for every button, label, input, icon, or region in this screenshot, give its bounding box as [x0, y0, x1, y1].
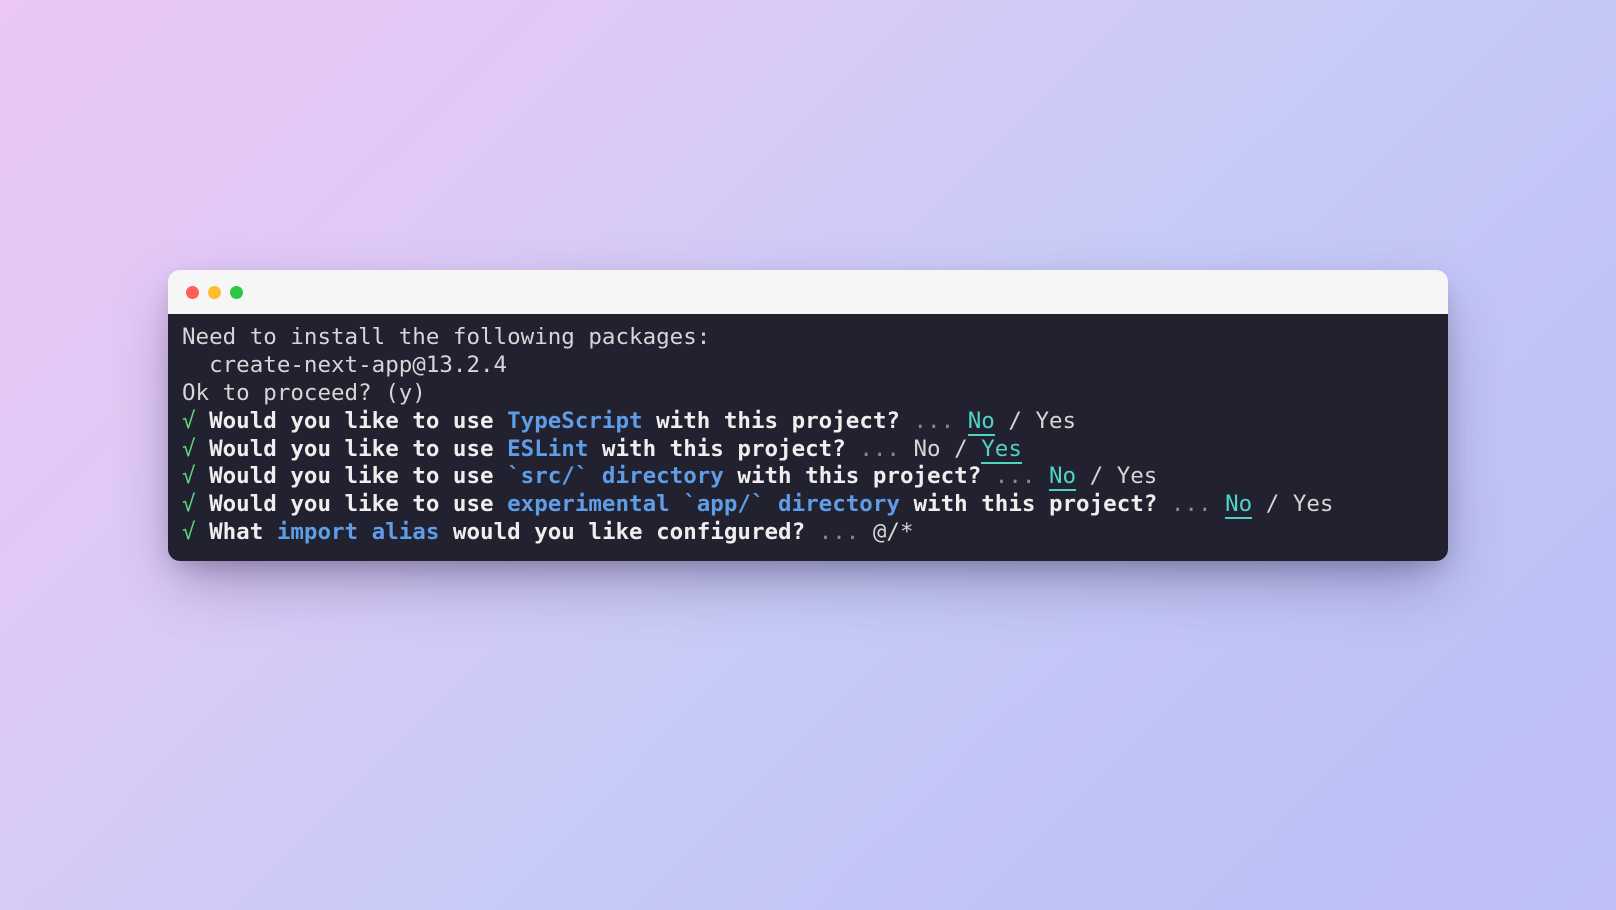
- option-no[interactable]: No: [1049, 463, 1076, 491]
- prompt-dots: ...: [1171, 491, 1212, 517]
- prompt-dots: ...: [859, 436, 900, 462]
- option-yes[interactable]: Yes: [1293, 491, 1334, 517]
- prompt-dots: ...: [995, 463, 1036, 489]
- prompt-highlight: `src/` directory: [507, 463, 724, 489]
- prompt-highlight: TypeScript: [507, 408, 642, 434]
- prompt-dots: ...: [914, 408, 955, 434]
- option-slash: /: [995, 408, 1036, 434]
- install-msg-line3: Ok to proceed? (y): [182, 380, 426, 406]
- option-no[interactable]: No: [1225, 491, 1252, 519]
- option-no[interactable]: No: [914, 436, 941, 462]
- maximize-icon[interactable]: [230, 286, 243, 299]
- option-yes[interactable]: Yes: [1035, 408, 1076, 434]
- option-slash: /: [941, 436, 982, 462]
- terminal-window: Need to install the following packages: …: [168, 270, 1448, 561]
- check-icon: √: [182, 408, 196, 434]
- prompt-highlight: experimental `app/` directory: [507, 491, 900, 517]
- install-msg-line2: create-next-app@13.2.4: [182, 352, 507, 378]
- prompt-dots: ...: [819, 519, 860, 545]
- prompt-post: with this project?: [900, 491, 1157, 517]
- option-slash: /: [1076, 463, 1117, 489]
- window-titlebar: [168, 270, 1448, 314]
- check-icon: √: [182, 436, 196, 462]
- prompt-post: with this project?: [588, 436, 845, 462]
- check-icon: √: [182, 463, 196, 489]
- prompt-highlight: ESLint: [507, 436, 588, 462]
- alias-pre: What: [209, 519, 277, 545]
- prompt-pre: Would you like to use: [209, 463, 507, 489]
- alias-value[interactable]: @/*: [873, 519, 914, 545]
- check-icon: √: [182, 491, 196, 517]
- alias-highlight: import alias: [277, 519, 440, 545]
- option-yes[interactable]: Yes: [1117, 463, 1158, 489]
- alias-post: would you like configured?: [439, 519, 805, 545]
- prompt-pre: Would you like to use: [209, 436, 507, 462]
- install-msg-line1: Need to install the following packages:: [182, 324, 710, 350]
- minimize-icon[interactable]: [208, 286, 221, 299]
- prompt-pre: Would you like to use: [209, 408, 507, 434]
- close-icon[interactable]: [186, 286, 199, 299]
- prompt-post: with this project?: [724, 463, 981, 489]
- option-no[interactable]: No: [968, 408, 995, 436]
- option-slash: /: [1252, 491, 1293, 517]
- check-icon: √: [182, 519, 196, 545]
- prompt-pre: Would you like to use: [209, 491, 507, 517]
- prompt-post: with this project?: [643, 408, 900, 434]
- terminal-body[interactable]: Need to install the following packages: …: [168, 314, 1448, 561]
- option-yes[interactable]: Yes: [981, 436, 1022, 464]
